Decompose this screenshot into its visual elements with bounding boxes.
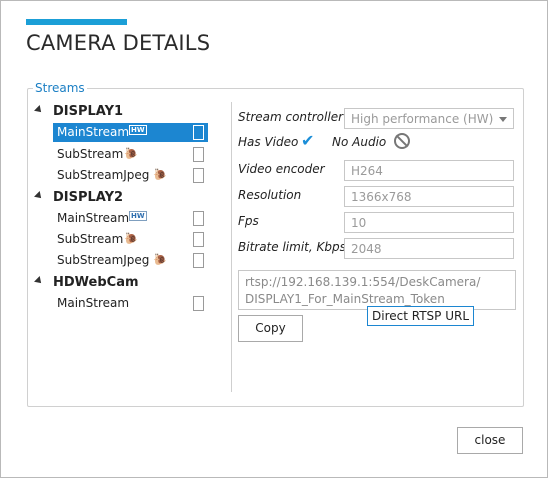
stream-checkbox[interactable] (193, 168, 204, 183)
hw-badge-icon: HW (129, 125, 147, 135)
has-video-label: Has Video (238, 135, 299, 149)
device-label: DISPLAY1 (53, 104, 124, 119)
tree-device-display1[interactable]: DISPLAY1 (34, 102, 213, 122)
stream-checkbox[interactable] (193, 211, 204, 226)
stream-item-display2-substreamjpeg[interactable]: SubStreamJpeg 🐌 (53, 251, 208, 270)
stream-checkbox[interactable] (193, 232, 204, 247)
snail-icon: 🐌 (153, 253, 167, 266)
device-label: DISPLAY2 (53, 190, 124, 205)
stream-label: MainStream (57, 211, 130, 225)
bitrate-label: Bitrate limit, Kbps (238, 240, 346, 254)
stream-label: SubStream (57, 147, 124, 161)
stream-label: SubStreamJpeg (57, 253, 150, 267)
title-accent-bar (26, 19, 127, 25)
streams-tree: DISPLAY1 MainStream HW SubStream 🐌 SubSt… (34, 102, 213, 392)
resolution-value: 1366x768 (351, 190, 412, 204)
fps-value: 10 (351, 216, 367, 230)
stream-label: SubStreamJpeg (57, 168, 150, 182)
stream-controller-select[interactable]: High performance (HW) (344, 108, 514, 129)
copy-button[interactable]: Copy (238, 315, 303, 342)
stream-checkbox[interactable] (193, 147, 204, 162)
snail-icon: 🐌 (124, 232, 138, 245)
stream-item-display1-mainstream[interactable]: MainStream HW (53, 123, 208, 142)
stream-controller-label: Stream controller (238, 110, 344, 124)
stream-checkbox[interactable] (193, 125, 204, 140)
resolution-label: Resolution (238, 188, 302, 202)
fps-field: 10 (344, 212, 514, 233)
dialog-title: CAMERA DETAILS (26, 31, 211, 55)
no-audio-label: No Audio (332, 135, 387, 149)
stream-item-display2-mainstream[interactable]: MainStream HW (53, 209, 208, 228)
rtsp-url-tooltip: Direct RTSP URL (367, 306, 475, 326)
tree-device-hdwebcam[interactable]: HDWebCam (34, 273, 213, 293)
checkmark-icon: ✔ (301, 131, 315, 150)
rtsp-url-box[interactable]: rtsp://192.168.139.1:554/DeskCamera/ DIS… (238, 270, 516, 310)
fps-label: Fps (238, 214, 259, 228)
stream-item-display1-substream[interactable]: SubStream 🐌 (53, 145, 208, 164)
video-encoder-field: H264 (344, 160, 514, 181)
bitrate-value: 2048 (351, 242, 382, 256)
camera-details-dialog: CAMERA DETAILS Streams DISPLAY1 MainStre… (0, 0, 548, 478)
snail-icon: 🐌 (153, 168, 167, 181)
streams-group-label: Streams (33, 81, 87, 95)
bitrate-field: 2048 (344, 238, 514, 259)
stream-label: SubStream (57, 232, 124, 246)
video-encoder-label: Video encoder (238, 162, 325, 176)
stream-checkbox[interactable] (193, 296, 204, 311)
expand-arrow-icon[interactable] (34, 105, 44, 115)
stream-item-display2-substream[interactable]: SubStream 🐌 (53, 230, 208, 249)
video-encoder-value: H264 (351, 164, 383, 178)
expand-arrow-icon[interactable] (34, 276, 44, 286)
resolution-field: 1366x768 (344, 186, 514, 207)
hw-badge-icon: HW (129, 211, 147, 221)
stream-label: MainStream (57, 125, 130, 139)
stream-checkbox[interactable] (193, 253, 204, 268)
stream-label: MainStream (57, 296, 130, 310)
chevron-down-icon (499, 117, 507, 122)
stream-controller-value: High performance (HW) (351, 112, 494, 126)
close-button[interactable]: close (457, 427, 523, 454)
panel-divider (231, 102, 232, 392)
stream-item-hdwebcam-mainstream[interactable]: MainStream (53, 294, 208, 313)
no-audio-icon (394, 133, 410, 149)
stream-item-display1-substreamjpeg[interactable]: SubStreamJpeg 🐌 (53, 166, 208, 185)
device-label: HDWebCam (53, 275, 139, 290)
snail-icon: 🐌 (124, 147, 138, 160)
expand-arrow-icon[interactable] (34, 191, 44, 201)
tree-device-display2[interactable]: DISPLAY2 (34, 188, 213, 208)
rtsp-url-line1: rtsp://192.168.139.1:554/DeskCamera/ (245, 275, 481, 289)
